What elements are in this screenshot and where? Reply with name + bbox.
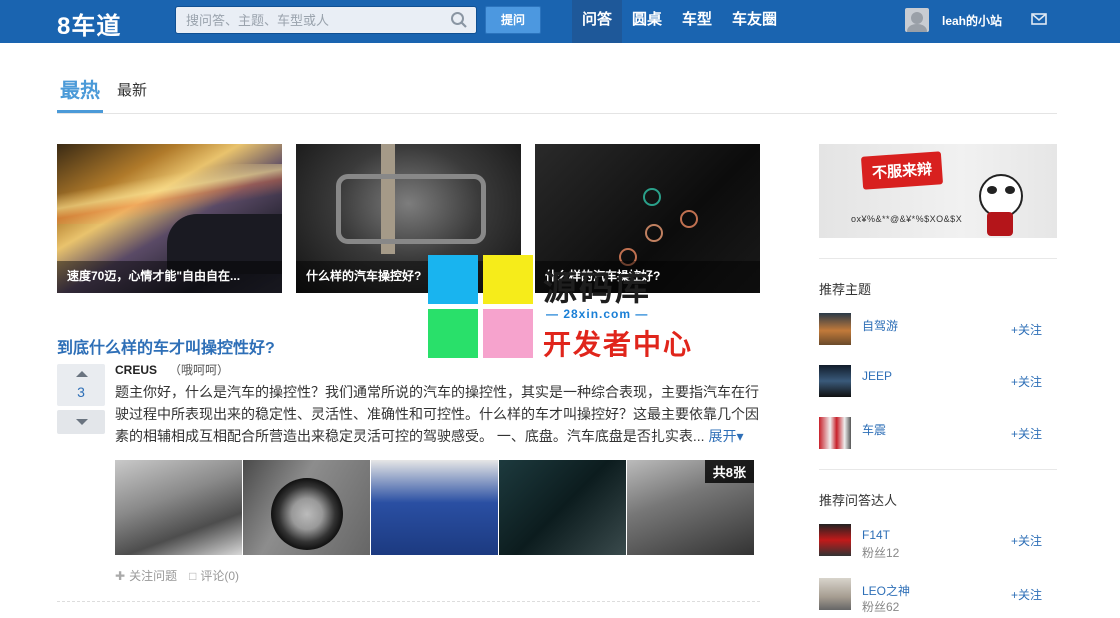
watermark-square-green <box>428 309 478 358</box>
tab-new[interactable]: 最新 <box>117 76 147 112</box>
expert-avatar[interactable] <box>819 524 851 556</box>
answer-images: 共8张 <box>115 460 755 555</box>
search-input[interactable] <box>176 7 444 33</box>
vote-up-button[interactable]: 3 <box>57 364 105 406</box>
nav-roundtable[interactable]: 圆桌 <box>622 0 672 43</box>
expand-down-icon: ▾ <box>736 428 744 444</box>
vote-down-button[interactable] <box>57 410 105 434</box>
watermark-overlay: 源码库 — 28xin.com — 开发者中心 <box>428 255 708 360</box>
ad-headline: 不服来辩 <box>860 151 944 190</box>
expert-name[interactable]: LEO之神 <box>862 582 910 599</box>
plus-icon: ✚ <box>115 568 126 583</box>
user-avatar[interactable] <box>905 8 929 32</box>
recommended-topics-title: 推荐主题 <box>819 282 872 297</box>
answer-image[interactable] <box>115 460 242 555</box>
answer-author: CREUS （哦呵呵） <box>115 361 229 378</box>
site-logo[interactable]: 8车道 <box>57 6 121 41</box>
topic-item: 自驾游 +关注 <box>819 313 1057 345</box>
main-nav: 问答 圆桌 车型 车友圈 <box>572 0 787 43</box>
follow-topic-button[interactable]: +关注 <box>1011 425 1042 442</box>
user-menu[interactable]: leah的小站 <box>905 8 1002 32</box>
topic-name[interactable]: 自驾游 <box>862 317 898 334</box>
nav-qa[interactable]: 问答 <box>572 0 623 43</box>
search-icon[interactable] <box>450 11 468 29</box>
follow-topic-button[interactable]: +关注 <box>1011 373 1042 390</box>
expert-item: LEO之神 粉丝62 +关注 <box>819 578 1057 614</box>
expert-fans: 粉丝12 <box>862 546 900 560</box>
follow-question-button[interactable]: ✚ 关注问题 <box>115 567 177 584</box>
expert-avatar[interactable] <box>819 578 851 610</box>
nav-car-models[interactable]: 车型 <box>672 0 722 43</box>
author-name[interactable]: CREUS <box>115 363 157 377</box>
topic-thumbnail[interactable] <box>819 313 851 345</box>
topic-name[interactable]: 车震 <box>862 421 886 438</box>
topic-item: JEEP +关注 <box>819 365 1057 397</box>
topic-thumbnail[interactable] <box>819 417 851 449</box>
watermark-square-yellow <box>483 255 533 304</box>
watermark-dev-center: 开发者中心 <box>543 329 694 360</box>
sidebar-ad-banner[interactable]: 不服来辩 ox¥%&**@&¥*%$XO&$X <box>819 144 1057 238</box>
answer-image[interactable]: 共8张 <box>627 460 754 555</box>
ad-subtext: ox¥%&**@&¥*%$XO&$X <box>851 214 963 224</box>
ask-question-button[interactable]: 提问 <box>485 6 541 34</box>
topic-name[interactable]: JEEP <box>862 369 892 383</box>
topic-item: 车震 +关注 <box>819 417 1057 449</box>
watermark-brand: 源码库 <box>543 270 651 308</box>
watermark-url: — 28xin.com — <box>546 307 649 321</box>
watermark-square-blue <box>428 255 478 304</box>
divider <box>57 601 760 602</box>
arrow-up-icon <box>76 371 88 377</box>
topic-thumbnail[interactable] <box>819 365 851 397</box>
expert-fans: 粉丝62 <box>862 600 900 614</box>
answer-body: 题主你好，什么是汽车的操控性？我们通常所说的汽车的操控性，其实是一种综合表现，主… <box>115 384 759 444</box>
tab-hot[interactable]: 最热 <box>57 76 103 113</box>
expert-name[interactable]: F14T <box>862 528 890 542</box>
image-count-badge: 共8张 <box>704 460 754 483</box>
comment-button[interactable]: □ 评论(0) <box>189 567 239 584</box>
top-bar: 8车道 提问 问答 圆桌 车型 车友圈 leah的小站 <box>0 0 1120 43</box>
follow-topic-button[interactable]: +关注 <box>1011 321 1042 338</box>
follow-expert-button[interactable]: +关注 <box>1011 532 1042 549</box>
divider <box>819 469 1057 470</box>
follow-expert-button[interactable]: +关注 <box>1011 586 1042 603</box>
answer-actions: ✚ 关注问题 □ 评论(0) <box>115 567 251 584</box>
user-name[interactable]: leah的小站 <box>942 12 1002 29</box>
expert-item: F14T 粉丝12 +关注 <box>819 524 1057 560</box>
featured-caption[interactable]: 速度70迈，心情才能"自由自在... <box>57 261 282 293</box>
author-signature: （哦呵呵） <box>169 363 230 377</box>
comment-icon: □ <box>189 568 197 583</box>
nav-car-circle[interactable]: 车友圈 <box>722 0 787 43</box>
answer-image[interactable] <box>371 460 498 555</box>
arrow-down-icon <box>76 419 88 425</box>
feed-tabs: 最热 最新 <box>57 76 1057 114</box>
expand-link[interactable]: 展开▾ <box>708 428 743 444</box>
divider <box>819 258 1057 259</box>
question-title[interactable]: 到底什么样的车才叫操控性好? <box>57 334 275 358</box>
watermark-square-pink <box>483 309 533 358</box>
vote-count: 3 <box>77 384 85 400</box>
search-box[interactable] <box>175 6 477 34</box>
mail-icon[interactable] <box>1031 13 1047 25</box>
featured-card-1[interactable]: 速度70迈，心情才能"自由自在... <box>57 144 282 293</box>
answer-text: 题主你好，什么是汽车的操控性？我们通常所说的汽车的操控性，其实是一种综合表现，主… <box>115 381 760 447</box>
recommended-experts-title: 推荐问答达人 <box>819 493 898 508</box>
answer-image[interactable] <box>243 460 370 555</box>
answer-image[interactable] <box>499 460 626 555</box>
